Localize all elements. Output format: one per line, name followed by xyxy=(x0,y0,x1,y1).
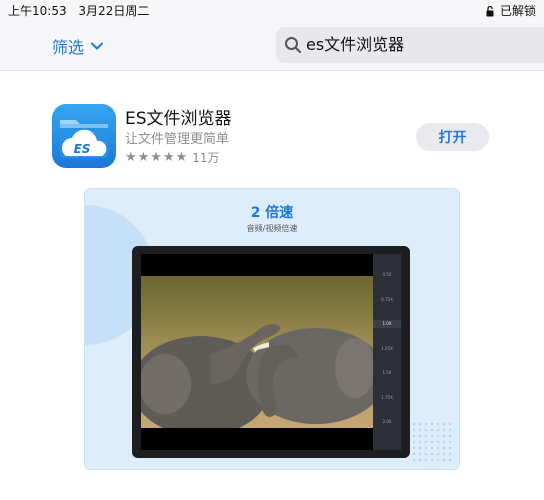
speed-option: 0.5X xyxy=(382,272,392,278)
status-time: 上午10:53 3月22日周二 xyxy=(8,2,149,19)
speed-option: 0.75X xyxy=(381,296,393,302)
app-name[interactable]: ES文件浏览器 xyxy=(125,104,232,129)
lock-status: 已解锁 xyxy=(485,2,536,19)
speed-option: 2.0X xyxy=(382,419,392,425)
chevron-down-icon xyxy=(91,42,104,50)
search-field[interactable] xyxy=(276,27,544,63)
filter-button[interactable]: 筛选 xyxy=(52,34,104,58)
app-screenshot[interactable]: 2 倍速 音频/视频倍速 0.5X 0.75X 1.0X 1.25X 1.5X … xyxy=(84,188,460,470)
speed-option: 1.25X xyxy=(381,345,393,351)
tablet-screen: 0.5X 0.75X 1.0X 1.25X 1.5X 1.75X 2.0X xyxy=(141,254,401,450)
speed-option: 1.0X xyxy=(373,320,401,329)
elephant-photo xyxy=(141,276,373,428)
screenshot-subtitle: 音频/视频倍速 xyxy=(246,224,298,233)
speed-option: 1.5X xyxy=(382,370,392,376)
app-subtitle: 让文件管理更简单 xyxy=(125,132,230,147)
open-button[interactable]: 打开 xyxy=(416,123,489,151)
filter-label: 筛选 xyxy=(52,38,85,57)
tablet-mockup: 0.5X 0.75X 1.0X 1.25X 1.5X 1.75X 2.0X xyxy=(132,246,410,458)
search-icon xyxy=(285,37,301,53)
speed-panel: 0.5X 0.75X 1.0X 1.25X 1.5X 1.75X 2.0X xyxy=(373,254,401,450)
date-text: 3月22日周二 xyxy=(78,4,150,18)
es-logo-icon: ES xyxy=(60,120,108,158)
unlocked-lock-icon xyxy=(486,5,494,16)
lock-status-text: 已解锁 xyxy=(499,4,536,18)
rating-count: 11万 xyxy=(192,151,220,165)
rating-stars: ★★★★★ xyxy=(125,150,189,165)
svg-text:ES: ES xyxy=(74,142,91,156)
elephants-image xyxy=(141,276,373,428)
top-area: 上午10:53 3月22日周二 已解锁 筛选 xyxy=(0,0,544,71)
time-text: 上午10:53 xyxy=(8,4,67,18)
app-icon[interactable]: ES xyxy=(52,104,116,168)
screenshot-title: 2 倍速 xyxy=(250,205,294,221)
rating: ★★★★★ 11万 xyxy=(125,149,220,166)
decorative-dots xyxy=(411,421,455,465)
speed-option: 1.75X xyxy=(381,394,393,400)
status-bar: 上午10:53 3月22日周二 已解锁 xyxy=(0,0,544,20)
search-input[interactable] xyxy=(306,27,536,63)
